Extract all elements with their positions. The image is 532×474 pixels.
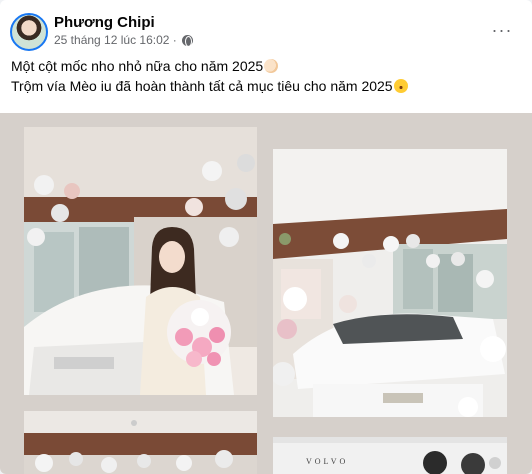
post-caption: Một cột mốc nho nhỏ nữa cho năm 2025 Trộ… <box>11 56 522 96</box>
post-header: Phương Chipi 25 tháng 12 lúc 16:02 · ··· <box>10 10 522 54</box>
post-card: Phương Chipi 25 tháng 12 lúc 16:02 · ···… <box>0 0 532 474</box>
hands-emoji-icon <box>264 59 279 73</box>
more-horizontal-icon: ··· <box>491 19 513 40</box>
photo-4-image <box>273 437 507 474</box>
photo-grid: VOLVO <box>0 113 532 474</box>
post-photo-2[interactable] <box>273 149 507 417</box>
more-options-button[interactable]: ··· <box>488 16 516 44</box>
post-photo-4[interactable]: VOLVO <box>273 437 507 474</box>
post-timestamp[interactable]: 25 tháng 12 lúc 16:02 · <box>54 33 177 47</box>
author-name[interactable]: Phương Chipi <box>54 14 155 31</box>
author-avatar[interactable] <box>10 13 48 51</box>
photo-2-image <box>273 149 507 417</box>
volvo-brand-text: VOLVO <box>306 457 349 466</box>
shocked-face-emoji-icon <box>393 79 408 93</box>
photo-1-image <box>24 127 257 395</box>
caption-line-1: Một cột mốc nho nhỏ nữa cho năm 2025 <box>11 56 522 76</box>
post-meta: 25 tháng 12 lúc 16:02 · <box>54 33 193 47</box>
post-photo-3[interactable] <box>24 411 257 474</box>
caption-line-2: Trộm vía Mèo iu đã hoàn thành tất cả mục… <box>11 76 522 96</box>
caption-text-2: Trộm vía Mèo iu đã hoàn thành tất cả mục… <box>11 78 393 94</box>
globe-icon[interactable] <box>181 34 193 47</box>
post-photo-1[interactable] <box>24 127 257 395</box>
caption-text-1: Một cột mốc nho nhỏ nữa cho năm 2025 <box>11 58 264 74</box>
photo-3-image <box>24 411 257 474</box>
